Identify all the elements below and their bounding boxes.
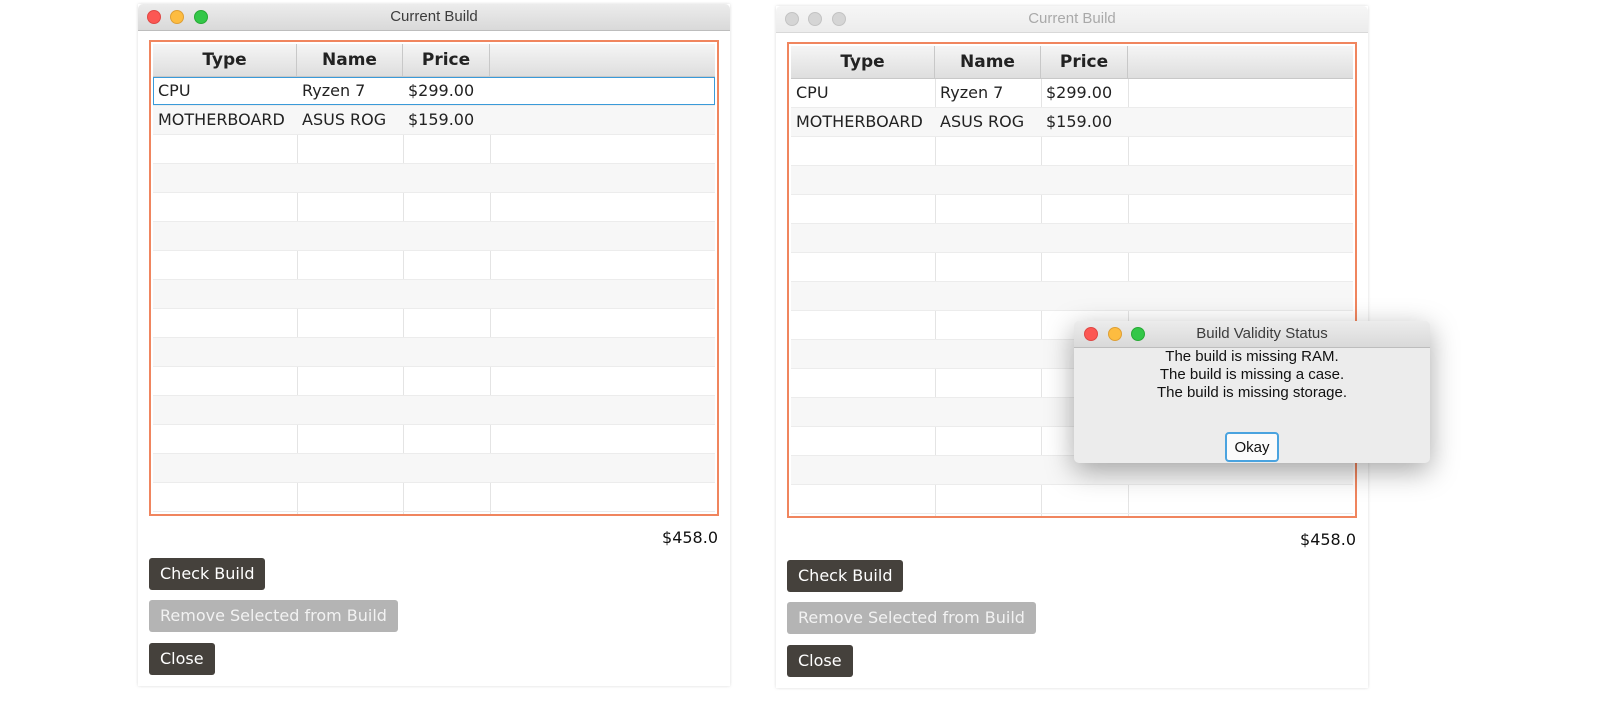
dialog-message-line: The build is missing a case. [1159,366,1345,383]
cell-name: Ryzen 7 [940,83,1004,102]
cell-price: $159.00 [1046,112,1113,131]
table-header: Type Name Price [153,44,715,77]
remove-selected-button[interactable]: Remove Selected from Build [149,600,398,632]
column-header-price[interactable]: Price [403,44,490,76]
table-row[interactable]: CPU Ryzen 7 $299.00 [791,79,1353,108]
empty-row [153,338,715,367]
cell-type: CPU [796,83,829,102]
empty-row [153,425,715,454]
column-header-name[interactable]: Name [935,46,1041,78]
left-window-titlebar[interactable]: Current Build [138,4,730,31]
column-header-price[interactable]: Price [1041,46,1128,78]
dialog-titlebar[interactable]: Build Validity Status [1074,321,1430,348]
table-body: CPU Ryzen 7 $299.00 MOTHERBOARD ASUS ROG… [153,77,715,514]
empty-row [153,396,715,425]
dialog-message-line: The build is missing storage. [1156,384,1348,401]
empty-row [153,135,715,164]
column-header-filler [1128,46,1353,78]
empty-row [791,137,1353,166]
check-build-button[interactable]: Check Build [149,558,266,590]
table-row[interactable]: MOTHERBOARD ASUS ROG $159.00 [791,108,1353,137]
column-header-name[interactable]: Name [297,44,403,76]
cell-price: $299.00 [408,81,475,100]
build-table[interactable]: Type Name Price CPU Ryzen 7 $299.00 MOTH… [149,40,719,516]
empty-row [791,166,1353,195]
window-title: Current Build [1028,10,1116,27]
close-button[interactable]: Close [149,643,215,675]
empty-row [791,282,1353,311]
cell-name: ASUS ROG [302,110,387,129]
left-window: Current Build Type Name Price CPU Ryzen … [138,4,730,686]
right-window-titlebar[interactable]: Current Build [776,6,1368,33]
empty-row [153,193,715,222]
total-price: $458.0 [1300,530,1356,549]
empty-row [791,224,1353,253]
cell-type: CPU [158,81,191,100]
okay-button[interactable]: Okay [1225,432,1279,462]
cell-price: $299.00 [1046,83,1113,102]
check-build-button[interactable]: Check Build [787,560,904,592]
close-button[interactable]: Close [787,645,853,677]
cell-name: ASUS ROG [940,112,1025,131]
cell-name: Ryzen 7 [302,81,366,100]
empty-row [153,280,715,309]
table-header: Type Name Price [791,46,1353,79]
table-row[interactable]: CPU Ryzen 7 $299.00 [153,77,715,106]
column-header-type[interactable]: Type [791,46,935,78]
window-title: Current Build [390,8,478,25]
total-price: $458.0 [662,528,718,547]
table-row[interactable]: MOTHERBOARD ASUS ROG $159.00 [153,106,715,135]
column-header-filler [490,44,715,76]
remove-selected-button[interactable]: Remove Selected from Build [787,602,1036,634]
empty-row [791,253,1353,282]
column-header-type[interactable]: Type [153,44,297,76]
empty-row [153,164,715,193]
build-validity-dialog: Build Validity Status The build is missi… [1074,321,1430,463]
dialog-title: Build Validity Status [1196,325,1328,342]
empty-row [153,483,715,512]
empty-row [153,222,715,251]
empty-row [153,454,715,483]
dialog-message-line: The build is missing RAM. [1165,348,1339,365]
empty-row [153,367,715,396]
cell-type: MOTHERBOARD [158,110,285,129]
empty-row [791,485,1353,514]
cell-price: $159.00 [408,110,475,129]
empty-row [153,251,715,280]
empty-row [791,195,1353,224]
cell-type: MOTHERBOARD [796,112,923,131]
empty-row [153,309,715,338]
